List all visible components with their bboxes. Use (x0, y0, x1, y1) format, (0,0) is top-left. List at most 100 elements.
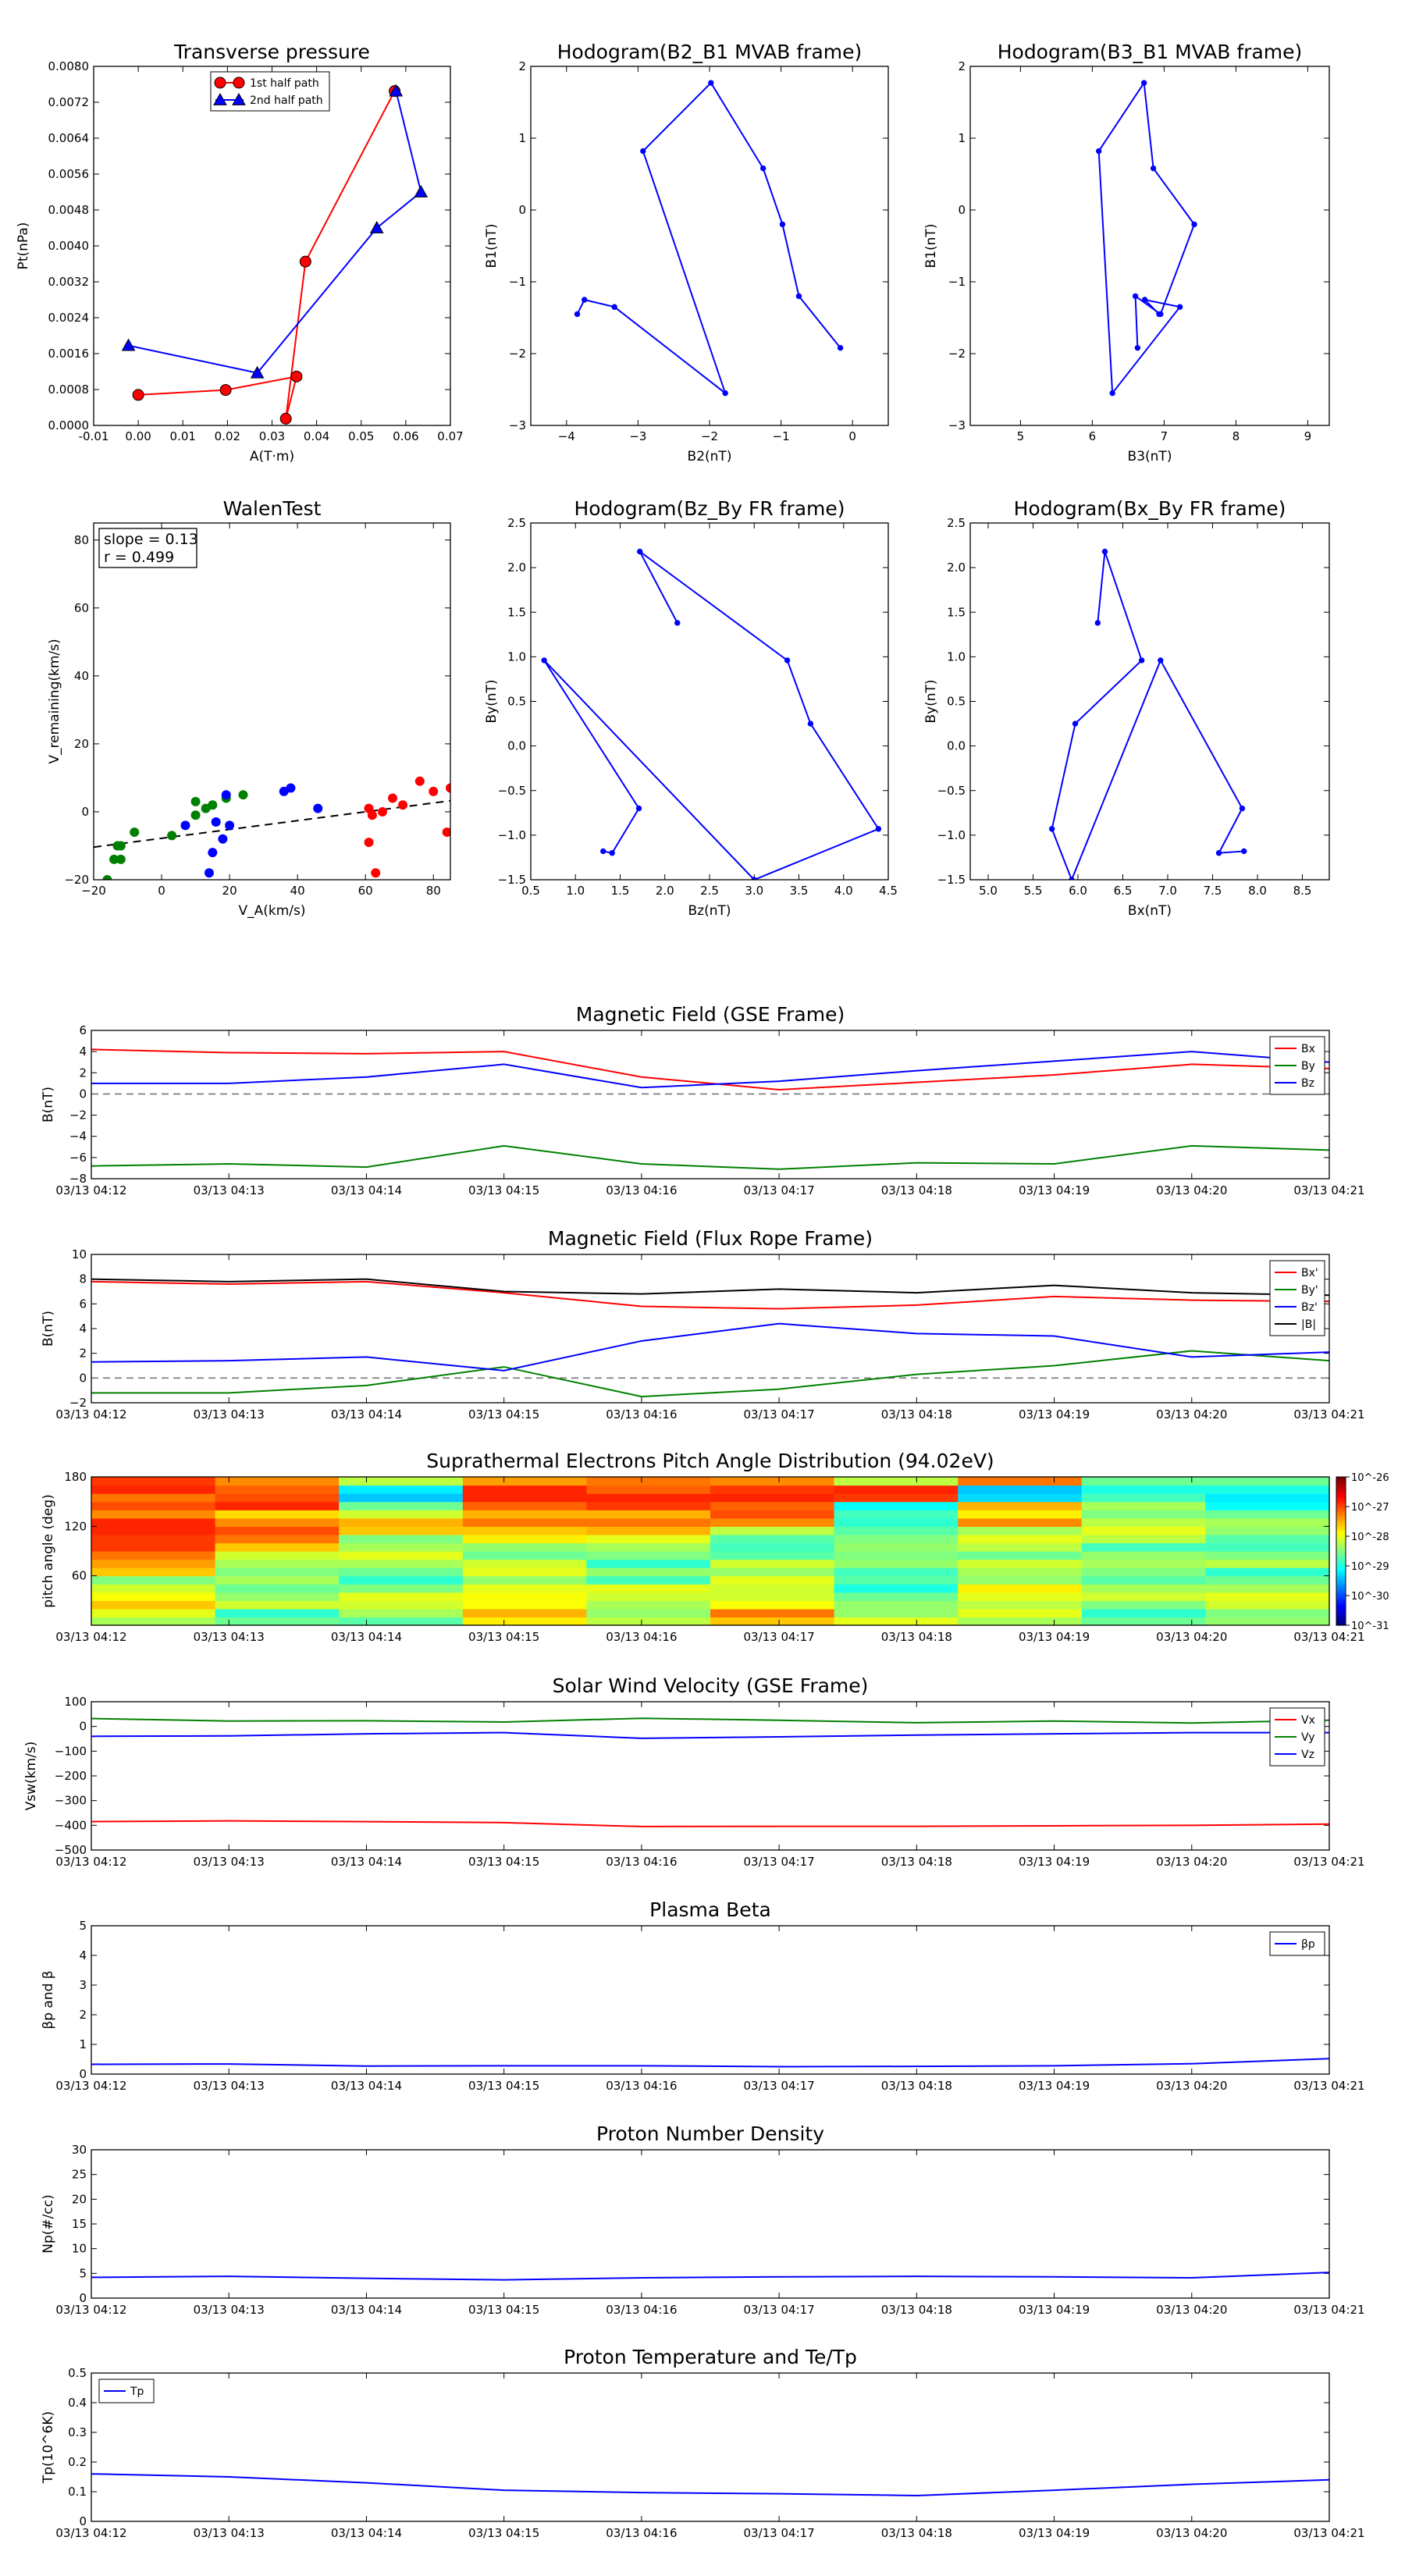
y-tick-label: 180 (64, 1470, 87, 1484)
x-tick-label: 0.06 (393, 429, 418, 443)
y-tick-label: −1 (509, 275, 526, 289)
y-tick-label: 0 (79, 1371, 87, 1385)
x-tick-label: 20 (222, 884, 237, 898)
heatmap-cell (710, 1501, 835, 1510)
data-point (279, 412, 292, 425)
x-tick-label: 60 (358, 884, 373, 898)
heatmap-cell (1081, 1592, 1206, 1601)
heatmap-cell (1081, 1477, 1206, 1486)
heatmap-cell (1081, 1485, 1206, 1494)
x-tick-label: 03/13 04:16 (606, 1855, 677, 1869)
series-line (91, 2272, 1330, 2281)
data-point (574, 311, 581, 318)
chart-title: Proton Number Density (596, 2122, 824, 2145)
plot-area (574, 80, 844, 397)
heatmap-cell (834, 1592, 959, 1601)
series-line (1097, 80, 1196, 396)
axes-frame (969, 66, 1330, 426)
heatmap-cell (586, 1600, 711, 1610)
y-tick-label: 2.5 (947, 516, 966, 530)
legend-label: Vz (1301, 1749, 1314, 1761)
heatmap-cell (462, 1526, 587, 1535)
x-tick-label: 0.00 (125, 429, 151, 443)
y-tick-label: 0.0 (507, 739, 526, 753)
heatmap-cell (215, 1534, 340, 1544)
heatmap-cell (1081, 1617, 1206, 1626)
data-point (784, 657, 791, 664)
chart-pt: Transverse pressure-0.01 0.00 0.01 0.02 0.03… (16, 41, 464, 464)
data-point (1048, 826, 1055, 832)
heatmap-cell (462, 1559, 587, 1568)
series-line (91, 2473, 1330, 2496)
x-axis-label: V_A(km/s) (238, 903, 305, 919)
chart-title: Transverse pressure (173, 41, 370, 63)
y-tick-label: 5 (79, 2266, 87, 2280)
heatmap-cell (215, 1567, 340, 1577)
y-tick-label: 2.0 (947, 560, 966, 575)
axes-frame (91, 2149, 1330, 2299)
x-tick-label: 03/13 04:14 (331, 1407, 402, 1421)
x-tick-label: 03/13 04:19 (1019, 1407, 1090, 1421)
data-point (221, 790, 231, 800)
heatmap-cell (339, 1485, 464, 1494)
data-point (582, 297, 588, 303)
heatmap-cell (215, 1575, 340, 1585)
x-axis-label: A(T·m) (250, 449, 294, 464)
legend-label: 1st half path (250, 77, 319, 90)
y-tick-label: −100 (55, 1744, 87, 1758)
heatmap-cell (1081, 1510, 1206, 1519)
y-tick-label: −0.5 (937, 784, 966, 798)
data-point (779, 221, 786, 228)
x-tick-label: 7 (1161, 429, 1168, 443)
y-axis-label: Vsw(km/s) (23, 1742, 39, 1811)
heatmap-cell (91, 1551, 216, 1560)
plot-area (94, 776, 450, 880)
heatmap-cell (339, 1617, 464, 1626)
legend-label: |B| (1301, 1318, 1316, 1331)
x-tick-label: 03/13 04:15 (468, 2303, 539, 2317)
heatmap-cell (1205, 1575, 1330, 1585)
heatmap-cell (215, 1600, 340, 1610)
x-tick-label: 03/13 04:21 (1293, 2079, 1364, 2093)
x-tick-label: 8.0 (1248, 884, 1267, 898)
y-tick-label: 2.0 (507, 560, 526, 575)
heatmap-cell (462, 1477, 587, 1486)
y-tick-label: −500 (55, 1843, 87, 1857)
heatmap-cell (834, 1501, 959, 1510)
heatmap-cell (1205, 1526, 1330, 1535)
y-axis-label: B(nT) (41, 1087, 56, 1123)
series-line (91, 1731, 1329, 1739)
heatmap-cell (91, 1559, 216, 1568)
chart-hzy: Hodogram(Bz_By FR frame) 0.5 1.0 1.5 2.0 2.5 3… (484, 497, 898, 919)
heatmap-cell (834, 1485, 959, 1494)
y-axis-label: Tp(10^6K) (41, 2411, 56, 2484)
x-axis-label: B3(nT) (1128, 449, 1172, 464)
y-tick-label: 1.0 (947, 649, 966, 664)
axes-frame (91, 2372, 1330, 2522)
x-tick-label: 80 (426, 884, 441, 898)
x-tick-label: 1.5 (611, 884, 630, 898)
y-axis-label: By(nT) (923, 679, 939, 723)
x-tick-label: 4.5 (879, 884, 898, 898)
x-tick-label: 03/13 04:14 (331, 2079, 402, 2093)
x-tick-label: 2.5 (700, 884, 719, 898)
x-tick-label: 03/13 04:20 (1156, 1630, 1227, 1644)
heatmap-cell (958, 1592, 1083, 1601)
heatmap-cell (834, 1517, 959, 1527)
series-line (576, 81, 841, 396)
y-tick-label: 0 (79, 2291, 87, 2305)
heatmap-cell (339, 1584, 464, 1593)
heatmap-cell (586, 1477, 711, 1486)
x-tick-label: 03/13 04:15 (468, 1407, 539, 1421)
heatmap-cell (1205, 1617, 1330, 1626)
heatmap-cell (339, 1551, 464, 1560)
x-tick-label: 03/13 04:18 (881, 2303, 952, 2317)
x-tick-label: 03/13 04:21 (1293, 1855, 1364, 1869)
y-tick-label: 1 (958, 131, 966, 145)
y-tick-label: 60 (72, 1569, 87, 1583)
heatmap-cell (1205, 1592, 1330, 1601)
heatmap-cell (1205, 1600, 1330, 1610)
heatmap-cell (958, 1551, 1083, 1560)
axes-frame (93, 522, 451, 881)
heatmap-cell (958, 1542, 1083, 1552)
